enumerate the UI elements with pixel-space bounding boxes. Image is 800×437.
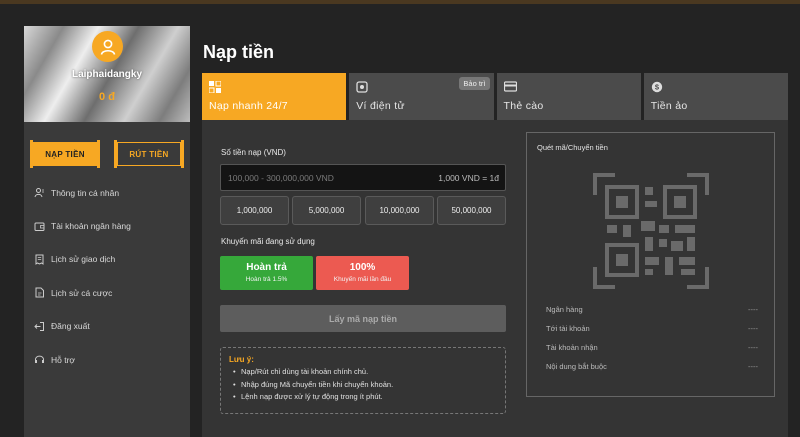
avatar[interactable]: [92, 31, 123, 62]
promo-label: Khuyến mãi đang sử dụng: [221, 237, 315, 246]
sidebar-item-label: Thông tin cá nhân: [51, 187, 120, 198]
info-row-content: Nội dung bắt buộc ----: [546, 362, 758, 371]
get-deposit-code-button[interactable]: Lấy mã nạp tiền: [220, 305, 506, 332]
sidebar-item-transactions[interactable]: Lịch sử giao dịch: [24, 243, 190, 276]
card-icon: [503, 81, 517, 92]
promo-subtitle: Hoàn trả 1.5%: [245, 276, 288, 283]
sidebar-item-label: Lịch sử giao dịch: [51, 254, 116, 265]
tab-label: Nạp nhanh 24/7: [209, 100, 288, 112]
info-row-bank: Ngân hàng ----: [546, 305, 758, 314]
deposit-button[interactable]: NẠP TIỀN: [30, 140, 100, 168]
deposit-tabs: Nạp nhanh 24/7 Bảo trì Ví điện tử Thẻ cà…: [202, 73, 788, 120]
info-label: Tới tài khoản: [546, 324, 590, 333]
quick-amount-button[interactable]: 50,000,000: [437, 196, 506, 225]
sidebar-item-label: Hỗ trợ: [51, 354, 75, 365]
info-label: Nội dung bắt buộc: [546, 362, 607, 371]
note-box: Lưu ý: Nạp/Rút chỉ dùng tài khoản chính …: [220, 347, 506, 414]
promo-title: Hoàn trả: [246, 262, 287, 273]
promo-first-deposit[interactable]: 100% Khuyến mãi lần đầu: [316, 256, 409, 290]
info-value: ----: [748, 305, 758, 314]
qr-icon: [209, 81, 221, 93]
qr-panel: Quét mã/Chuyển tiền Ngân hàng ---- Tới t…: [526, 132, 775, 397]
info-row-receiver: Tài khoản nhận ----: [546, 343, 758, 352]
sidebar-item-profile[interactable]: Thông tin cá nhân: [24, 176, 190, 209]
info-label: Tài khoản nhận: [546, 343, 598, 352]
sidebar-item-logout[interactable]: Đăng xuất: [24, 310, 190, 343]
info-value: ----: [748, 343, 758, 352]
tab-label: Thẻ cào: [503, 100, 544, 112]
coin-icon: $: [651, 81, 662, 93]
sidebar-item-bets[interactable]: Lịch sử cá cược: [24, 276, 190, 309]
ewallet-icon: [356, 81, 368, 93]
sidebar-item-label: Đăng xuất: [51, 321, 90, 332]
quick-amount-button[interactable]: 5,000,000: [292, 196, 361, 225]
page-title: Nạp tiền: [203, 42, 275, 62]
balance: 0 đ: [99, 91, 115, 103]
tab-crypto[interactable]: $ Tiền ảo: [643, 73, 788, 120]
sidebar-item-bank[interactable]: Tài khoản ngân hàng: [24, 209, 190, 242]
note-item: Lệnh nạp được xử lý tự động trong ít phú…: [233, 391, 505, 404]
note-list: Nạp/Rút chỉ dùng tài khoản chính chủ. Nh…: [229, 366, 505, 404]
quick-amount-button[interactable]: 1,000,000: [220, 196, 289, 225]
promo-title: 100%: [349, 262, 376, 273]
sidebar-item-label: Lịch sử cá cược: [51, 287, 113, 298]
user-icon: [100, 39, 115, 55]
info-row-to-account: Tới tài khoản ----: [546, 324, 758, 333]
username: Laiphaidangky: [71, 69, 142, 80]
amount-label: Số tiền nạp (VND): [221, 148, 286, 157]
receipt-icon: [35, 254, 44, 265]
top-bar: [0, 0, 800, 4]
tab-ewallet[interactable]: Bảo trì Ví điện tử: [349, 73, 494, 120]
wallet-icon: [34, 222, 45, 231]
qr-placeholder-icon: [593, 173, 709, 289]
note-item: Nạp/Rút chỉ dùng tài khoản chính chủ.: [233, 366, 505, 379]
sidebar-item-support[interactable]: Hỗ trợ: [24, 343, 190, 376]
sidebar-menu: Thông tin cá nhân Tài khoản ngân hàng Lị…: [24, 176, 190, 376]
sidebar: Laiphaidangky 0 đ NẠP TIỀN RÚT TIỀN Thôn…: [24, 26, 190, 437]
promo-subtitle: Khuyến mãi lần đầu: [333, 276, 392, 283]
tab-fast-deposit[interactable]: Nạp nhanh 24/7: [202, 73, 347, 120]
maintenance-badge: Bảo trì: [459, 77, 490, 90]
profile-card: Laiphaidangky 0 đ: [24, 26, 190, 122]
tab-scratch-card[interactable]: Thẻ cào: [496, 73, 641, 120]
headset-icon: [35, 355, 44, 364]
tab-label: Ví điện tử: [356, 100, 405, 112]
qr-title: Quét mã/Chuyển tiền: [537, 143, 608, 152]
promo-cashback[interactable]: Hoàn trả Hoàn trả 1.5%: [220, 256, 313, 290]
user-icon: [34, 188, 44, 198]
info-value: ----: [748, 324, 758, 333]
amount-input[interactable]: [221, 165, 421, 190]
note-item: Nhập đúng Mã chuyển tiền khi chuyển khoả…: [233, 379, 505, 392]
logout-icon: [34, 321, 44, 331]
note-title: Lưu ý:: [229, 355, 254, 364]
exchange-rate: 1,000 VND = 1đ: [438, 173, 499, 183]
document-icon: [35, 287, 44, 298]
quick-amount-button[interactable]: 10,000,000: [365, 196, 434, 225]
info-value: ----: [748, 362, 758, 371]
tab-label: Tiền ảo: [650, 100, 688, 112]
info-label: Ngân hàng: [546, 305, 583, 314]
sidebar-item-label: Tài khoản ngân hàng: [51, 221, 131, 232]
withdraw-button[interactable]: RÚT TIỀN: [114, 140, 184, 168]
amount-field-wrapper: 1,000 VND = 1đ: [220, 164, 506, 191]
